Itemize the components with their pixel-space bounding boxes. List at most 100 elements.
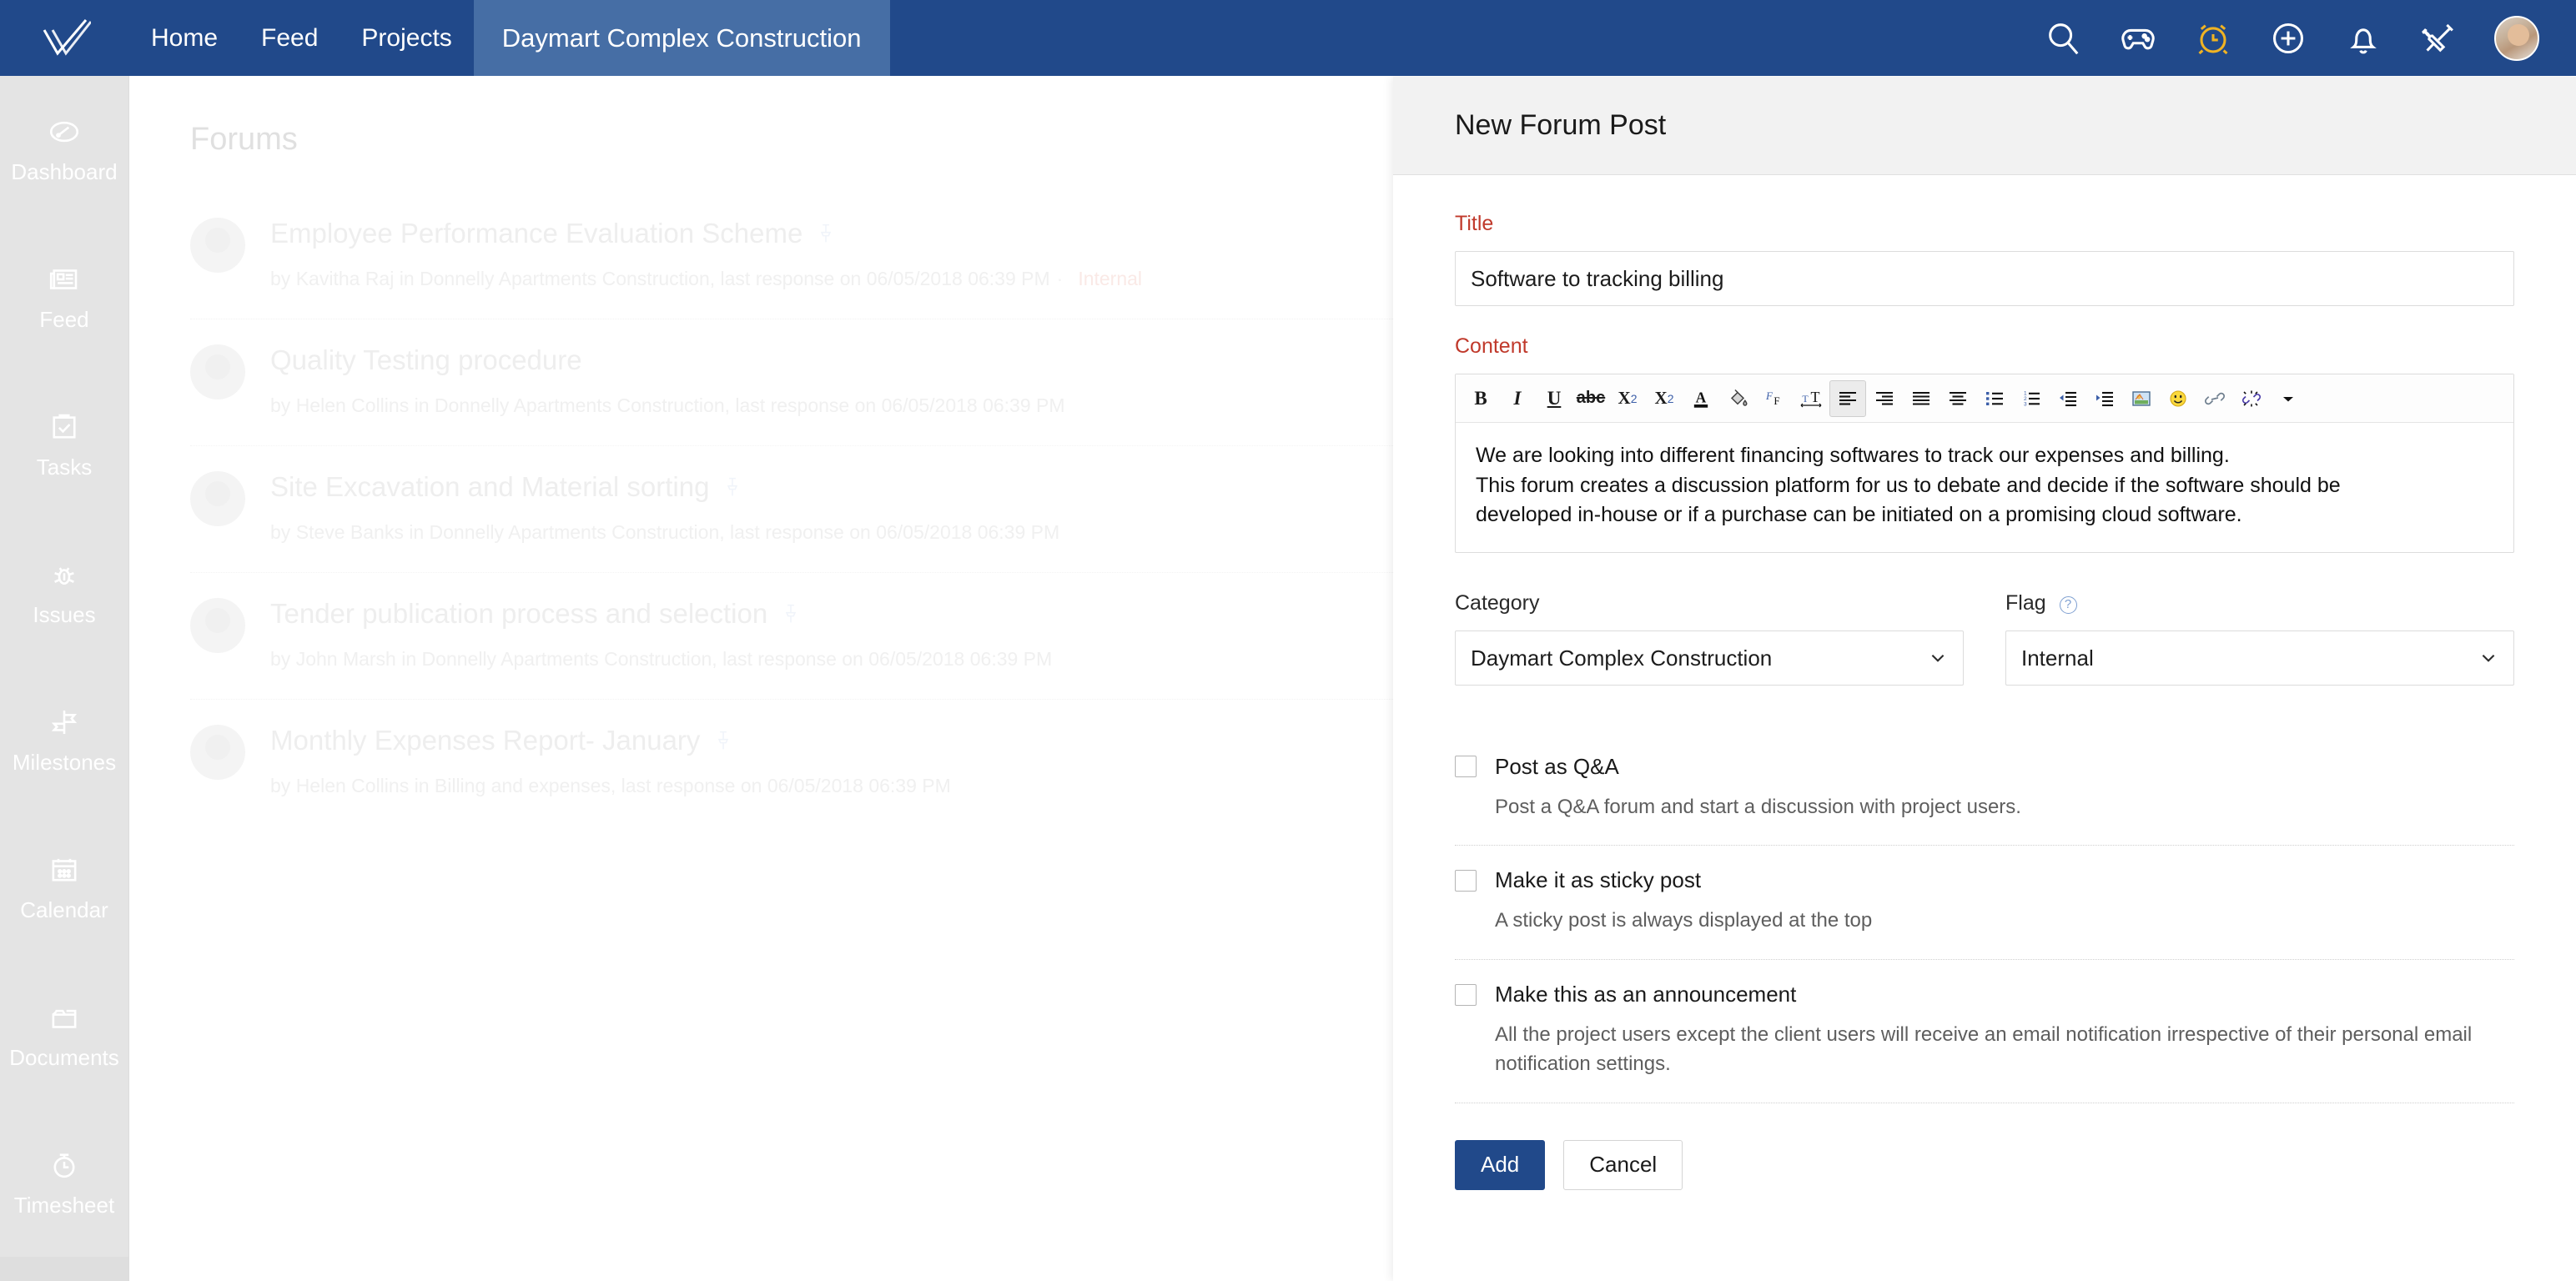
strikethrough-icon[interactable]: abc [1572, 380, 1609, 417]
superscript-icon[interactable]: X2 [1646, 380, 1683, 417]
list-item[interactable]: Employee Performance Evaluation Scheme b… [190, 218, 1393, 319]
clipboard-check-icon [47, 409, 82, 445]
insert-image-glyph [2130, 388, 2153, 409]
user-avatar[interactable] [2494, 16, 2539, 61]
unlink-glyph [2240, 389, 2263, 409]
gamepad-icon[interactable] [2119, 19, 2157, 58]
sidebar-item-milestones[interactable]: Milestones [0, 666, 128, 814]
list-item[interactable]: Tender publication process and selection… [190, 573, 1393, 700]
forum-post-author: Steve Banks [296, 521, 404, 544]
remove-link-icon[interactable] [2233, 380, 2270, 417]
content-editable-area[interactable]: We are looking into different financing … [1456, 423, 2513, 552]
align-right-icon[interactable] [1866, 380, 1903, 417]
emoji-icon[interactable] [2160, 380, 2196, 417]
meta-by: by [270, 648, 290, 671]
align-center-icon[interactable] [1940, 380, 1976, 417]
nav-item-feed[interactable]: Feed [239, 0, 340, 76]
subscript-icon[interactable]: X2 [1609, 380, 1646, 417]
outdent-icon[interactable] [2050, 380, 2086, 417]
nav-item-home[interactable]: Home [129, 0, 239, 76]
flag-select[interactable]: Internal [2005, 630, 2514, 686]
list-item-body: Quality Testing procedure by Helen Colli… [270, 344, 1393, 417]
forum-post-title[interactable]: Employee Performance Evaluation Scheme [270, 218, 802, 249]
cancel-button[interactable]: Cancel [1563, 1140, 1683, 1190]
list-item-body: Monthly Expenses Report- January by Hele… [270, 725, 1393, 797]
sidebar-item-issues[interactable]: Issues [0, 519, 128, 666]
sidebar-label-documents: Documents [9, 1045, 119, 1071]
sidebar-item-forums[interactable]: Forums [0, 1257, 128, 1281]
post-as-qa-checkbox[interactable] [1455, 756, 1477, 777]
indent-icon[interactable] [2086, 380, 2123, 417]
option-header: Make this as an announcement [1455, 982, 2514, 1007]
help-icon[interactable]: ? [2060, 596, 2077, 614]
insert-link-icon[interactable] [2196, 380, 2233, 417]
avatar [190, 598, 245, 653]
align-justify-icon[interactable] [1903, 380, 1940, 417]
sidebar-label-tasks: Tasks [37, 455, 92, 480]
list-item[interactable]: Monthly Expenses Report- January by Hele… [190, 700, 1393, 826]
notification-bell-icon[interactable] [2344, 19, 2382, 58]
add-plus-icon[interactable] [2269, 19, 2307, 58]
tools-settings-icon[interactable] [2419, 19, 2458, 58]
option-sticky-post: Make it as sticky post A sticky post is … [1455, 846, 2514, 960]
announcement-checkbox[interactable] [1455, 984, 1477, 1006]
svg-text:T: T [1811, 389, 1820, 405]
flag-field: Flag ? Internal [2005, 591, 2514, 686]
svg-text:T: T [1802, 393, 1809, 404]
sidebar-label-issues: Issues [33, 602, 95, 628]
category-select[interactable]: Daymart Complex Construction [1455, 630, 1964, 686]
announcement-description: All the project users except the client … [1495, 1021, 2479, 1079]
forum-post-title[interactable]: Quality Testing procedure [270, 344, 582, 376]
sidebar-label-feed: Feed [39, 307, 88, 333]
meta-in: in [401, 648, 416, 671]
sticky-post-checkbox[interactable] [1455, 870, 1477, 892]
flag-label-text: Flag [2005, 591, 2046, 615]
pin-icon [818, 223, 834, 244]
numbered-list-icon[interactable]: 1 2 3 [2013, 380, 2050, 417]
add-button[interactable]: Add [1455, 1140, 1545, 1190]
category-flag-row: Category Daymart Complex Construction Fl… [1455, 591, 2514, 686]
font-family-icon[interactable]: F F [1756, 380, 1793, 417]
svg-text:F: F [1774, 394, 1779, 407]
panel-title: New Forum Post [1455, 109, 1666, 142]
sidebar-label-calendar: Calendar [20, 897, 108, 923]
align-left-glyph [1837, 389, 1859, 408]
sidebar-item-timesheet[interactable]: Timesheet [0, 1109, 128, 1257]
list-item[interactable]: Quality Testing procedure by Helen Colli… [190, 319, 1393, 446]
forum-post-title[interactable]: Monthly Expenses Report- January [270, 725, 700, 756]
speedometer-icon [47, 114, 82, 149]
italic-icon[interactable]: I [1499, 380, 1536, 417]
font-color-icon[interactable]: A [1683, 380, 1719, 417]
nav-item-projects[interactable]: Projects [340, 0, 473, 76]
flag-select-wrap: Internal [2005, 630, 2514, 686]
sidebar-item-tasks[interactable]: Tasks [0, 371, 128, 519]
sidebar-item-documents[interactable]: Documents [0, 962, 128, 1109]
search-icon[interactable] [2044, 19, 2082, 58]
sidebar-item-dashboard[interactable]: Dashboard [0, 76, 128, 224]
meta-in: in [409, 521, 424, 544]
underline-icon[interactable]: U [1536, 380, 1572, 417]
forum-post-list: Employee Performance Evaluation Scheme b… [130, 158, 1393, 826]
forum-post-title[interactable]: Tender publication process and selection [270, 598, 767, 630]
bold-icon[interactable]: B [1462, 380, 1499, 417]
title-input[interactable] [1455, 251, 2514, 306]
bulleted-list-icon[interactable] [1976, 380, 2013, 417]
list-item-title-row: Site Excavation and Material sorting [270, 471, 1393, 503]
timer-clock-icon[interactable] [2194, 19, 2232, 58]
background-color-icon[interactable] [1719, 380, 1756, 417]
sidebar-item-feed[interactable]: Feed [0, 224, 128, 371]
nav-item-active-project[interactable]: Daymart Complex Construction [474, 0, 890, 76]
title-field-label: Title [1455, 212, 2514, 236]
sidebar-label-dashboard: Dashboard [11, 159, 117, 185]
app-logo[interactable] [0, 17, 129, 60]
list-item[interactable]: Site Excavation and Material sorting by … [190, 446, 1393, 573]
list-item-title-row: Quality Testing procedure [270, 344, 1393, 376]
more-toolbar-icon[interactable] [2270, 380, 2307, 417]
sidebar-item-calendar[interactable]: Calendar [0, 814, 128, 962]
forum-post-title[interactable]: Site Excavation and Material sorting [270, 471, 709, 503]
font-size-icon[interactable]: T T [1793, 380, 1829, 417]
post-as-qa-description: Post a Q&A forum and start a discussion … [1495, 793, 2479, 822]
align-left-icon[interactable] [1829, 380, 1866, 417]
forum-post-category: Donnelly Apartments Construction [430, 521, 720, 544]
insert-image-icon[interactable] [2123, 380, 2160, 417]
